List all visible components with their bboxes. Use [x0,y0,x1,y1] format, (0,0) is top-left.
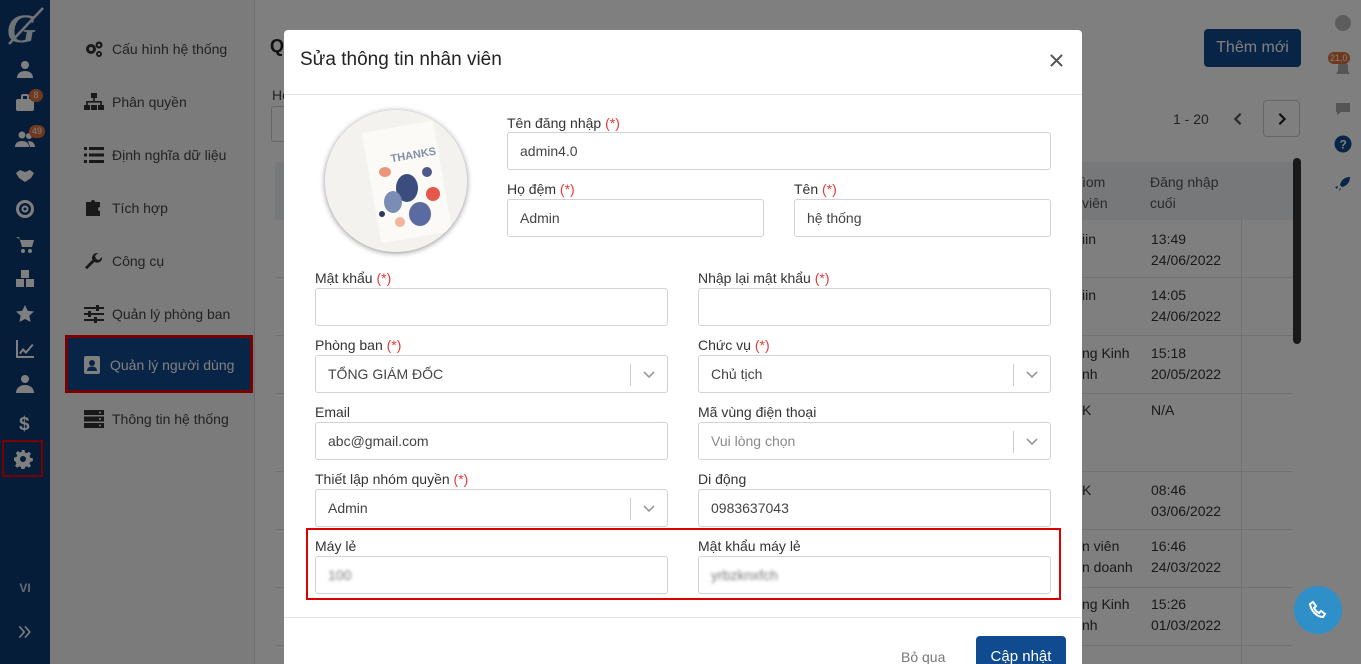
label-email: Email [315,404,351,420]
middle-name-input[interactable]: Admin [507,199,764,237]
chevron-down-icon [1026,371,1038,379]
extension-password-input[interactable]: yrbzknxfch [698,556,1051,594]
extension-value: 100 [328,567,352,583]
confirm-password-input[interactable] [698,288,1051,326]
extension-input[interactable]: 100 [315,556,668,594]
email-input[interactable]: abc@gmail.com [315,422,668,460]
label-extension-password: Mật khẩu máy lẻ [698,538,801,554]
required-mark: (*) [376,270,392,286]
extension-password-value: yrbzknxfch [711,567,778,583]
label-username: Tên đăng nhập (*) [507,115,620,131]
modal-footer: Bỏ qua Cập nhật [284,617,1082,664]
required-mark: (*) [386,337,402,353]
area-code-placeholder: Vui lòng chọn [711,433,796,449]
avatar-image: THANKS [325,110,467,252]
required-mark: (*) [605,115,620,131]
mobile-input[interactable]: 0983637043 [698,489,1051,527]
required-mark: (*) [822,181,837,197]
label-permission-group: Thiết lập nhóm quyền (*) [315,471,469,487]
skip-button[interactable]: Bỏ qua [901,649,945,664]
password-input[interactable] [315,288,668,326]
label-department: Phòng ban (*) [315,337,402,353]
label-middle-name: Họ đệm (*) [507,181,575,197]
label-first-name: Tên (*) [794,181,837,197]
chevron-down-icon [1026,438,1038,446]
label-area-code: Mã vùng điện thoại [698,404,817,420]
label-position: Chức vụ (*) [698,337,770,353]
department-select[interactable]: TỔNG GIÁM ĐỐC [315,355,668,393]
username-input[interactable]: admin4.0 [507,132,1051,170]
required-mark: (*) [814,270,830,286]
position-value: Chủ tịch [711,366,763,382]
area-code-select[interactable]: Vui lòng chọn [698,422,1051,460]
position-select[interactable]: Chủ tịch [698,355,1051,393]
chevron-down-icon [643,371,655,379]
phone-icon [1308,600,1327,619]
first-name-input[interactable]: hệ thống [794,199,1051,237]
department-value: TỔNG GIÁM ĐỐC [328,366,444,382]
permission-group-select[interactable]: Admin [315,489,668,527]
label-confirm-password: Nhập lại mật khẩu (*) [698,270,830,286]
required-mark: (*) [453,471,469,487]
label-password: Mật khẩu (*) [315,270,392,286]
permission-group-value: Admin [328,500,368,516]
required-mark: (*) [559,181,575,197]
close-icon[interactable] [1046,50,1066,70]
edit-employee-modal: Sửa thông tin nhân viên THANKS Tên đăng … [284,30,1082,664]
call-button[interactable] [1294,586,1342,634]
label-extension: Máy lẻ [315,538,357,554]
modal-header: Sửa thông tin nhân viên [284,30,1082,95]
chevron-down-icon [643,505,655,513]
update-button[interactable]: Cập nhật [976,636,1066,664]
required-mark: (*) [754,337,770,353]
modal-title: Sửa thông tin nhân viên [300,49,502,70]
label-mobile: Di động [698,471,747,487]
avatar[interactable]: THANKS [325,110,467,252]
